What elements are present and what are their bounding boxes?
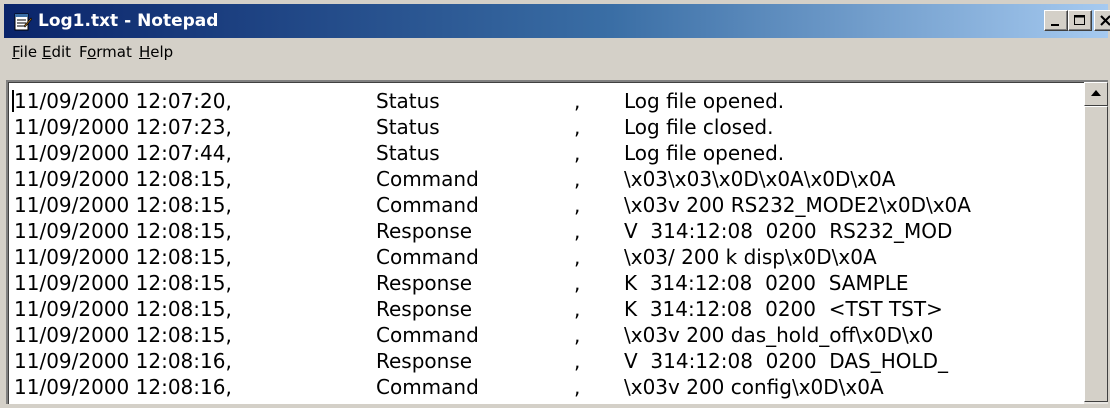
log-timestamp: 11/09/2000 12:07:23, [14,115,232,139]
log-timestamp: 11/09/2000 12:08:15, [14,297,232,321]
log-timestamp: 11/09/2000 12:08:15, [14,193,232,217]
log-separator: , [574,115,581,139]
log-timestamp: 11/09/2000 12:08:15, [14,245,232,269]
menu-file-mnemonic: F [12,43,20,61]
menu-format[interactable]: Format [79,43,132,61]
menu-bar: File Edit Format Help [4,39,1108,65]
log-message: Log file opened. [624,89,785,113]
log-message: V 314:12:08 0200 RS232_MOD [624,219,953,243]
log-timestamp: 11/09/2000 12:07:44, [14,141,232,165]
log-separator: , [574,271,581,295]
maximize-icon [1074,15,1085,25]
log-separator: , [574,375,581,399]
log-type: Command [376,193,479,217]
log-message: \x03v 200 config\x0D\x0A [624,375,884,399]
menu-edit-rest: dit [51,43,72,61]
log-timestamp: 11/09/2000 12:08:16, [14,375,232,399]
log-message: \x03v 200 das_hold_off\x0D\x0 [624,323,934,347]
menu-edit[interactable]: Edit [42,43,71,61]
scroll-up-arrow-icon [1091,90,1101,96]
log-separator: , [574,349,581,373]
log-timestamp: 11/09/2000 12:08:15, [14,323,232,347]
minimize-icon [1051,24,1059,26]
menu-format-mnemonic: o [87,43,97,61]
notepad-window: Log1.txt - Notepad File Edit Format Help… [0,0,1110,404]
log-message: \x03\x03\x0D\x0A\x0D\x0A [624,167,896,191]
log-message: V 314:12:08 0200 DAS_HOLD_ [624,349,949,373]
log-type: Command [376,375,479,399]
log-type: Status [376,115,440,139]
log-timestamp: 11/09/2000 12:08:16, [14,349,232,373]
log-timestamp: 11/09/2000 12:08:15, [14,271,232,295]
notepad-icon [14,13,32,31]
log-type: Response [376,219,473,243]
log-message: Log file closed. [624,115,774,139]
log-message: \x03v 200 RS232_MODE2\x0D\x0A [624,193,971,217]
log-separator: , [574,219,581,243]
menu-help-mnemonic: H [139,43,151,61]
log-type: Status [376,89,440,113]
log-type: Command [376,323,479,347]
close-button[interactable] [1094,10,1110,31]
log-type: Command [376,245,479,269]
menu-help-rest: elp [150,43,174,61]
menu-file-rest: ile [19,43,38,61]
log-timestamp: 11/09/2000 12:08:15, [14,219,232,243]
scroll-up-button[interactable] [1084,82,1108,106]
log-type: Response [376,271,473,295]
log-type: Command [376,167,479,191]
text-area[interactable]: 11/09/2000 12:07:20, Status, Log file open… [6,80,1108,404]
log-message: K 314:12:08 0200 <TST TST> [624,297,943,321]
log-separator: , [574,193,581,217]
log-separator: , [574,89,581,113]
vertical-scrollbar[interactable] [1084,82,1108,404]
log-message: \x03/ 200 k disp\x0D\x0A [624,245,877,269]
log-message: Log file opened. [624,141,785,165]
menu-help[interactable]: Help [139,43,173,61]
text-content[interactable]: 11/09/2000 12:07:20, Status, Log file open… [14,88,1074,408]
log-type: Response [376,297,473,321]
menu-file[interactable]: File [12,43,37,61]
text-caret [12,90,14,112]
log-separator: , [574,141,581,165]
minimize-button[interactable] [1044,10,1068,31]
scrollbar-thumb[interactable] [1084,106,1108,402]
log-type: Response [376,349,473,373]
menu-format-rest: rmat [96,43,132,61]
log-separator: , [574,245,581,269]
menu-format-first: F [79,43,88,61]
log-timestamp: 11/09/2000 12:08:15, [14,167,232,191]
window-title: Log1.txt - Notepad [38,11,219,31]
log-separator: , [574,297,581,321]
log-separator: , [574,323,581,347]
close-icon [1100,15,1110,26]
title-bar[interactable]: Log1.txt - Notepad [4,4,1110,38]
log-type: Status [376,141,440,165]
maximize-button[interactable] [1068,10,1092,31]
log-separator: , [574,167,581,191]
log-message: K 314:12:08 0200 SAMPLE [624,271,909,295]
log-timestamp: 11/09/2000 12:07:20, [14,89,232,113]
